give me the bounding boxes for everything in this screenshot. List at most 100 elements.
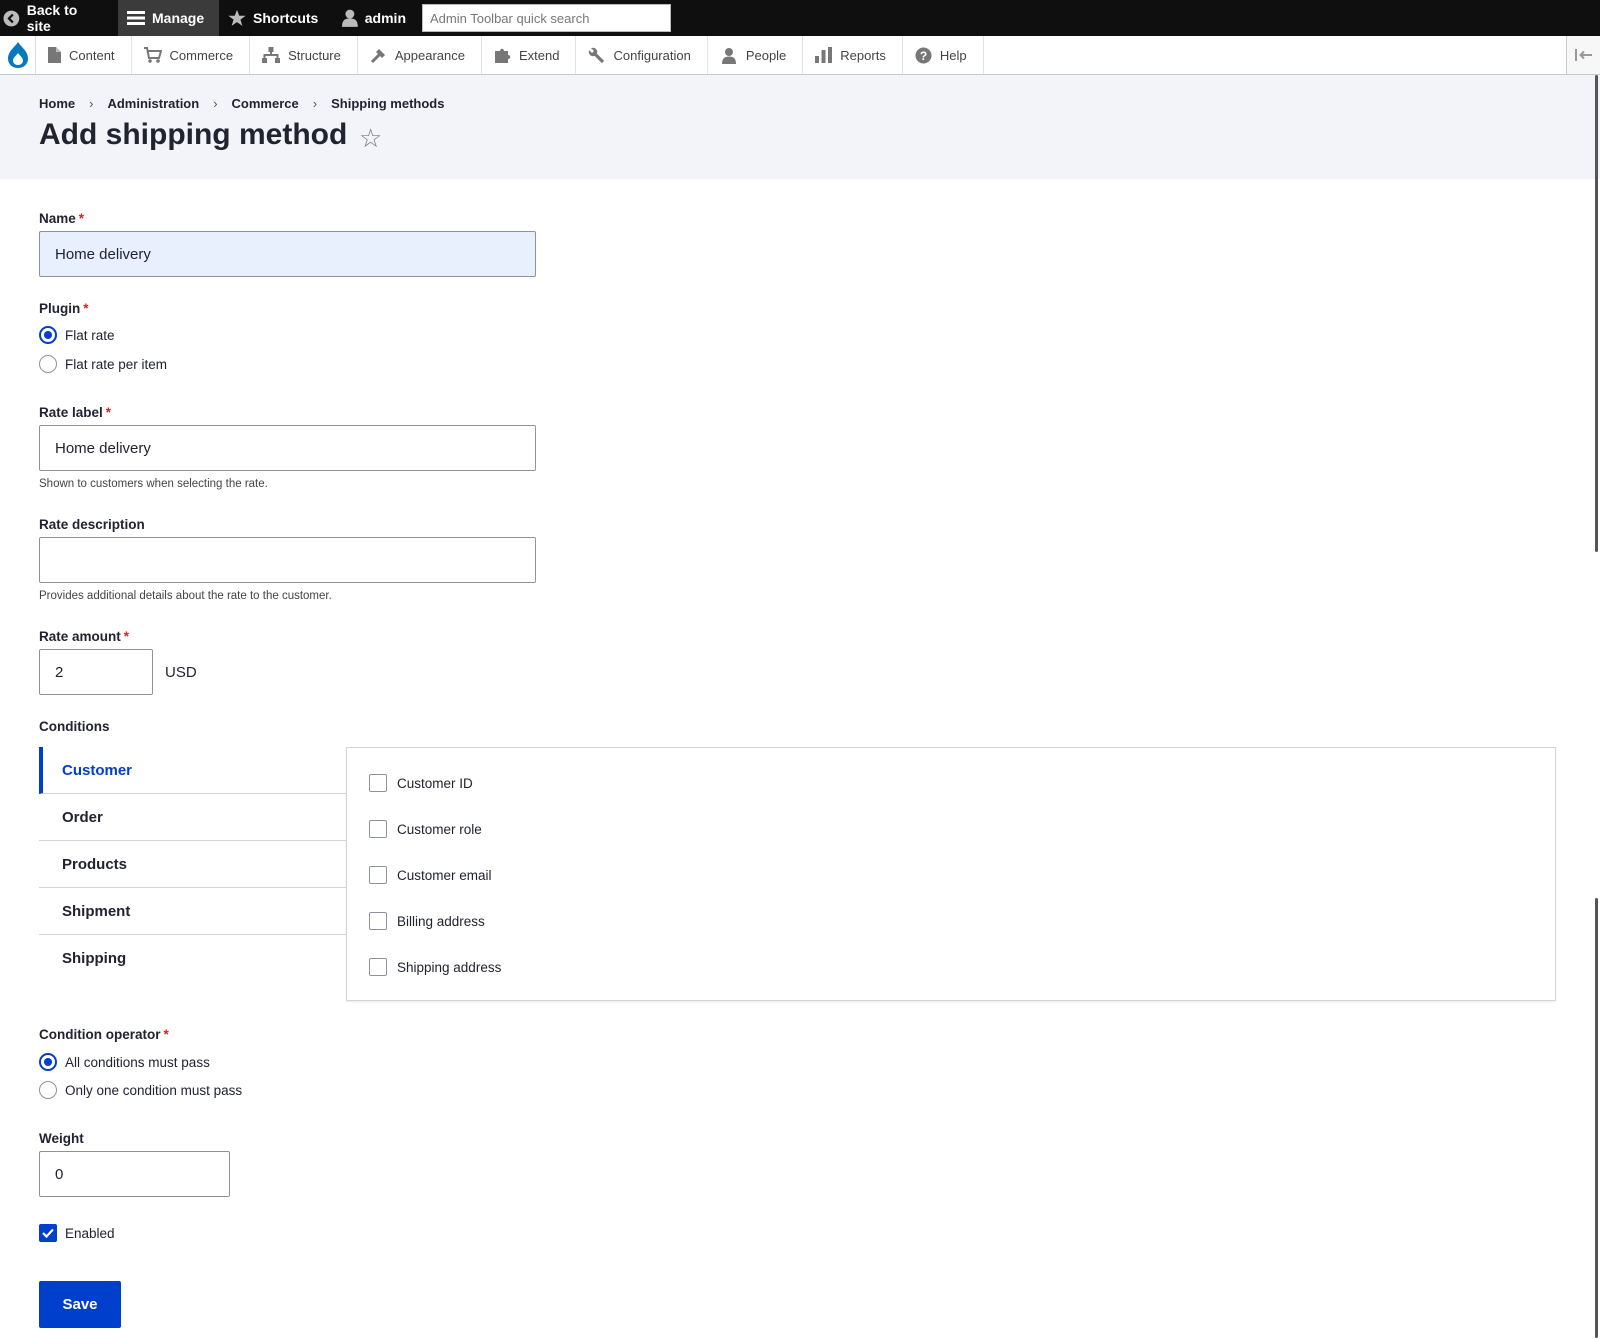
admin-toolbar: Back to site Manage Shortcuts admin: [0, 0, 1600, 36]
weight-field[interactable]: [39, 1151, 230, 1197]
checkbox-unchecked-icon: [369, 774, 387, 792]
svg-text:?: ?: [920, 49, 927, 63]
menu-reports[interactable]: Reports: [803, 36, 903, 74]
user-icon: [342, 9, 358, 27]
tab-shipping[interactable]: Shipping: [39, 935, 346, 982]
radio-unchecked-icon: [39, 1081, 57, 1099]
menu-configuration[interactable]: Configuration: [576, 36, 708, 74]
save-button[interactable]: Save: [39, 1281, 121, 1328]
menu-extend[interactable]: Extend: [482, 36, 577, 74]
plugin-option-label: Flat rate per item: [65, 356, 168, 372]
required-marker: *: [163, 1027, 169, 1042]
admin-quick-search-input[interactable]: [422, 4, 671, 32]
name-field[interactable]: [39, 231, 536, 277]
manage-label: Manage: [152, 10, 205, 26]
plugin-radio-flat-rate[interactable]: Flat rate: [39, 326, 115, 344]
plugin-option-label: Flat rate: [65, 327, 115, 343]
menu-appearance[interactable]: Appearance: [358, 36, 482, 74]
menu-content[interactable]: Content: [36, 36, 132, 74]
tab-order[interactable]: Order: [39, 794, 346, 841]
condition-operator-label: Condition operator *: [39, 1027, 169, 1042]
menu-people[interactable]: People: [708, 36, 804, 74]
tab-shipment[interactable]: Shipment: [39, 888, 346, 935]
checkbox-unchecked-icon: [369, 958, 387, 976]
menu-help[interactable]: ? Help: [903, 36, 984, 74]
checkbox-unchecked-icon: [369, 912, 387, 930]
file-icon: [48, 47, 61, 63]
back-arrow-icon: [3, 10, 20, 26]
back-to-site-link[interactable]: Back to site: [0, 0, 118, 36]
rate-label-label-text: Rate label: [39, 405, 103, 420]
menu-configuration-label: Configuration: [613, 47, 691, 63]
conditions-label: Conditions: [39, 719, 110, 734]
operator-radio-one[interactable]: Only one condition must pass: [39, 1081, 242, 1099]
checkbox-label: Customer email: [397, 867, 492, 883]
bar-chart-icon: [815, 47, 833, 63]
operator-option-label: All conditions must pass: [65, 1054, 210, 1070]
tab-products[interactable]: Products: [39, 841, 346, 888]
page-scrollbar[interactable]: [1594, 75, 1600, 1339]
plugin-label: Plugin *: [39, 301, 89, 316]
page-header: Home › Administration › Commerce › Shipp…: [0, 75, 1600, 179]
rate-amount-label: Rate amount *: [39, 629, 129, 644]
tab-customer[interactable]: Customer: [39, 747, 346, 794]
name-label-text: Name: [39, 211, 76, 226]
checkbox-customer-email[interactable]: Customer email: [369, 866, 492, 884]
menu-commerce[interactable]: Commerce: [132, 36, 251, 74]
breadcrumb-administration[interactable]: Administration: [107, 96, 199, 111]
rate-description-field[interactable]: [39, 537, 536, 583]
condition-operator-label-text: Condition operator: [39, 1027, 161, 1042]
checkbox-label: Customer ID: [397, 775, 473, 791]
user-tab[interactable]: admin: [334, 0, 420, 36]
drupal-logo[interactable]: [0, 36, 36, 74]
toolbar-orientation-toggle[interactable]: [1566, 36, 1600, 74]
enabled-label: Enabled: [65, 1225, 115, 1241]
sitemap-icon: [262, 47, 281, 63]
menu-content-label: Content: [69, 47, 115, 63]
checkbox-shipping-address[interactable]: Shipping address: [369, 958, 501, 976]
checkbox-customer-role[interactable]: Customer role: [369, 820, 482, 838]
breadcrumb-commerce[interactable]: Commerce: [232, 96, 299, 111]
rate-description-label: Rate description: [39, 517, 145, 532]
scrollbar-thumb[interactable]: [1595, 75, 1598, 552]
rate-label-field[interactable]: [39, 425, 536, 471]
menu-appearance-label: Appearance: [394, 47, 465, 63]
operator-option-label: Only one condition must pass: [65, 1082, 243, 1098]
rate-label-label: Rate label *: [39, 405, 111, 420]
rate-description-help: Provides additional details about the ra…: [39, 590, 332, 602]
radio-unchecked-icon: [39, 355, 57, 373]
cart-icon: [143, 47, 162, 63]
required-marker: *: [123, 629, 130, 644]
hamburger-menu-icon: [127, 11, 145, 25]
operator-radio-all[interactable]: All conditions must pass: [39, 1053, 210, 1071]
checkbox-label: Billing address: [397, 913, 485, 929]
conditions-vertical-tabs: Customer Order Products Shipment Shippin…: [39, 747, 346, 982]
user-label: admin: [364, 10, 406, 26]
breadcrumb-separator: ›: [312, 96, 318, 111]
menu-structure-label: Structure: [288, 47, 341, 63]
checkbox-customer-id[interactable]: Customer ID: [369, 774, 473, 792]
rate-label-description: Shown to customers when selecting the ra…: [39, 478, 268, 490]
radio-checked-icon: [39, 326, 57, 344]
favorite-star-icon[interactable]: ☆: [359, 125, 382, 151]
enabled-checkbox[interactable]: Enabled: [39, 1224, 115, 1242]
checkbox-billing-address[interactable]: Billing address: [369, 912, 485, 930]
checkbox-unchecked-icon: [369, 866, 387, 884]
rate-amount-label-text: Rate amount: [39, 629, 121, 644]
checkbox-label: Shipping address: [397, 959, 502, 975]
shortcuts-tab[interactable]: Shortcuts: [219, 0, 334, 36]
scrollbar-thumb[interactable]: [1595, 898, 1598, 1338]
menu-structure[interactable]: Structure: [250, 36, 358, 74]
conditions-panel: Customer ID Customer role Customer email…: [346, 747, 1556, 1001]
menu-commerce-label: Commerce: [169, 47, 234, 63]
required-marker: *: [105, 405, 112, 420]
weight-label: Weight: [39, 1131, 84, 1146]
plugin-radio-flat-rate-per-item[interactable]: Flat rate per item: [39, 355, 167, 373]
checkbox-checked-icon: [39, 1224, 57, 1242]
rate-amount-field[interactable]: [39, 649, 153, 695]
wrench-icon: [589, 47, 605, 63]
breadcrumb-home[interactable]: Home: [39, 96, 75, 111]
manage-tab[interactable]: Manage: [118, 0, 219, 36]
back-to-site-label: Back to site: [26, 2, 78, 34]
breadcrumb-shipping-methods[interactable]: Shipping methods: [331, 96, 444, 111]
